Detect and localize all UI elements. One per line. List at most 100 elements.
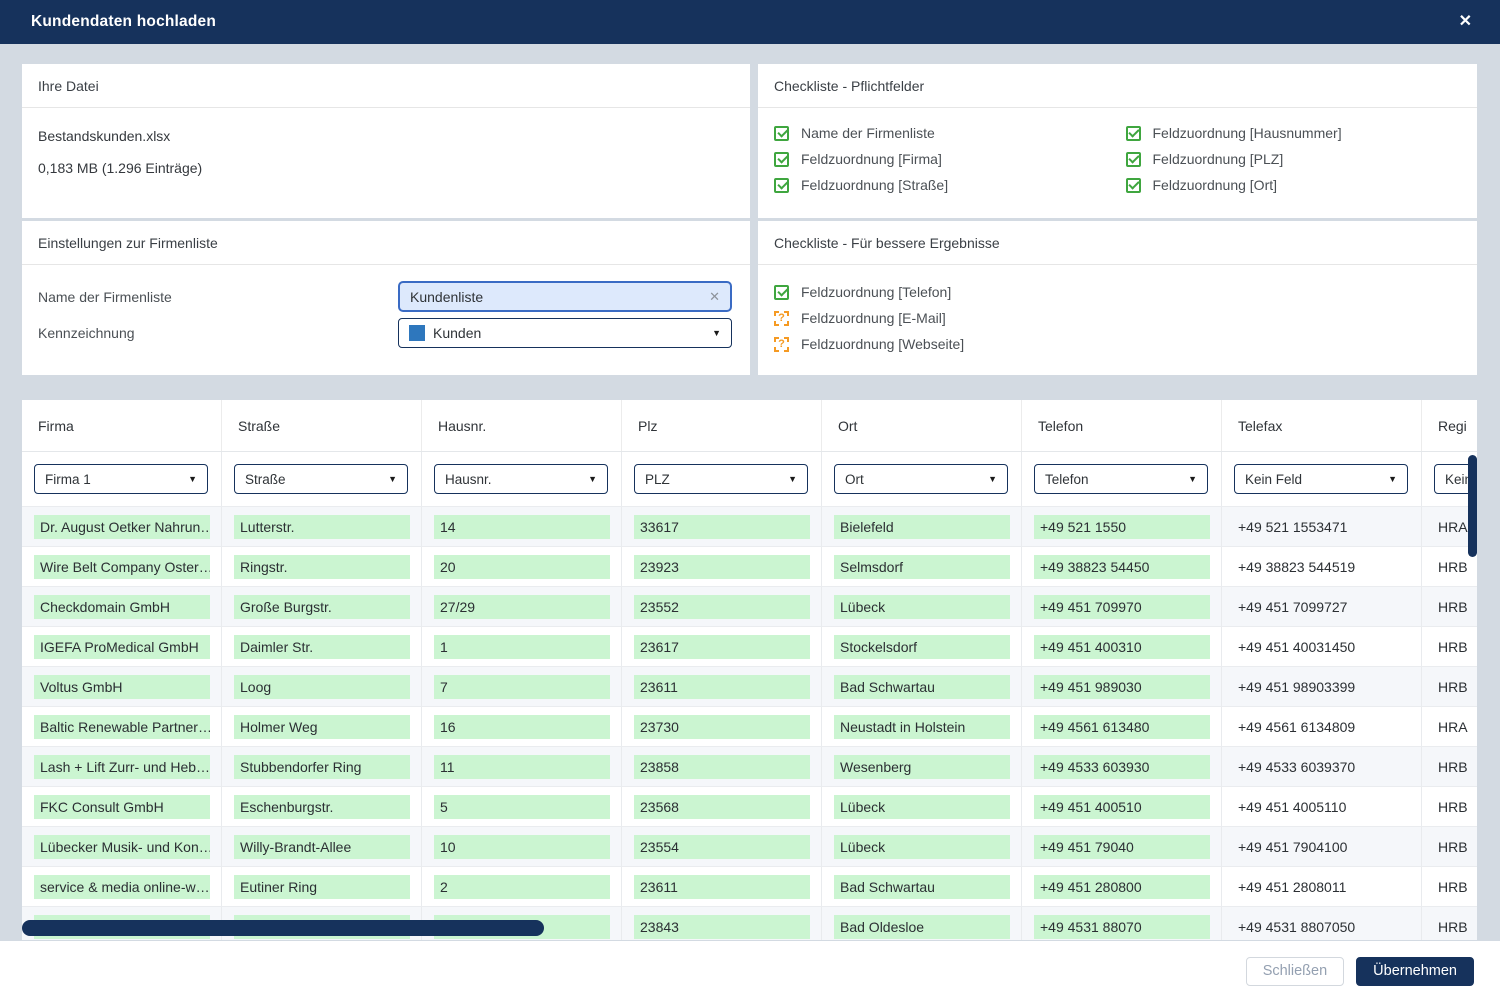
table-cell: 2: [422, 867, 622, 906]
mapped-cell-value: Wesenberg: [834, 755, 1010, 779]
table-header-row: Firma Straße Hausnr. Plz Ort Telefon Tel…: [22, 400, 1477, 452]
unmapped-cell-value: +49 451 4005110: [1234, 799, 1346, 815]
checklist-status-icon: [774, 337, 789, 352]
table-cell: HRB: [1422, 587, 1477, 626]
mapping-value: Firma 1: [45, 472, 91, 487]
table-cell: Baltic Renewable Partner…: [22, 707, 222, 746]
table-cell: HRB: [1422, 627, 1477, 666]
table-cell: 7: [422, 667, 622, 706]
column-mapping-select[interactable]: Telefon ▼: [1034, 464, 1208, 494]
close-icon[interactable]: ✕: [1459, 14, 1472, 30]
table-cell: +49 451 709970: [1022, 587, 1222, 626]
table-cell: Daimler Str.: [222, 627, 422, 666]
table-row: Dr. August Oetker Nahrun… Lutterstr. 14 …: [22, 506, 1477, 546]
file-panel-title: Ihre Datei: [22, 64, 750, 108]
checklist-item-label: Feldzuordnung [Ort]: [1153, 177, 1278, 193]
table-cell: Willy-Brandt-Allee: [222, 827, 422, 866]
table-cell: HRB: [1422, 907, 1477, 940]
table-cell: Lübeck: [822, 827, 1022, 866]
column-mapping-select[interactable]: Hausnr. ▼: [434, 464, 608, 494]
table-cell: 23730: [622, 707, 822, 746]
chevron-down-icon: ▼: [712, 328, 721, 338]
chevron-down-icon: ▼: [788, 474, 797, 484]
table-cell: Selmsdorf: [822, 547, 1022, 586]
table-cell: 11: [422, 747, 622, 786]
mapped-cell-value: Ringstr.: [234, 555, 410, 579]
table-cell: 23568: [622, 787, 822, 826]
mapped-cell-value: +49 451 280800: [1034, 875, 1210, 899]
table-cell: Stockelsdorf: [822, 627, 1022, 666]
mapped-cell-value: 23552: [634, 595, 810, 619]
column-mapping-cell: Straße ▼: [222, 452, 422, 506]
close-button[interactable]: Schließen: [1246, 957, 1344, 986]
checklist-status-icon: [774, 311, 789, 326]
mapping-value: PLZ: [645, 472, 670, 487]
table-cell: 23843: [622, 907, 822, 940]
mapped-cell-value: Lash + Lift Zurr- und Heb…: [34, 755, 210, 779]
dialog-header: Kundendaten hochladen ✕: [0, 0, 1500, 44]
table-cell: 20: [422, 547, 622, 586]
mapping-value: Ort: [845, 472, 864, 487]
column-header: Plz: [622, 400, 822, 451]
column-mapping-select[interactable]: PLZ ▼: [634, 464, 808, 494]
apply-button[interactable]: Übernehmen: [1356, 957, 1474, 986]
column-header: Hausnr.: [422, 400, 622, 451]
clear-icon[interactable]: ✕: [709, 289, 720, 305]
checklist-status-icon: [1126, 178, 1141, 193]
dialog-title: Kundendaten hochladen: [31, 13, 1459, 31]
table-cell: +49 451 7099727: [1222, 587, 1422, 626]
table-cell: Lübeck: [822, 587, 1022, 626]
dialog-footer: Schließen Übernehmen: [0, 941, 1500, 1001]
optional-checklist-title: Checkliste - Für bessere Ergebnisse: [758, 221, 1477, 265]
column-mapping-select[interactable]: Kein Feld ▼: [1234, 464, 1408, 494]
mapped-cell-value: +49 451 400310: [1034, 635, 1210, 659]
table-row: Wire Belt Company Oster… Ringstr. 20 239…: [22, 546, 1477, 586]
mapped-cell-value: Lübeck: [834, 835, 1010, 859]
mapped-cell-value: 10: [434, 835, 610, 859]
unmapped-cell-value: HRB: [1434, 639, 1468, 655]
file-size: 0,183 MB (1.296 Einträge): [38, 160, 734, 176]
table-cell: 14: [422, 507, 622, 546]
table-cell: +49 451 280800: [1022, 867, 1222, 906]
column-mapping-select[interactable]: Ort ▼: [834, 464, 1008, 494]
column-header: Firma: [22, 400, 222, 451]
table-cell: HRB: [1422, 867, 1477, 906]
column-header: Regi: [1422, 400, 1477, 451]
column-mapping-select[interactable]: Straße ▼: [234, 464, 408, 494]
tag-select[interactable]: Kunden ▼: [398, 318, 732, 348]
mapped-cell-value: +49 4533 603930: [1034, 755, 1210, 779]
h-scrollbar[interactable]: [22, 920, 544, 936]
mapped-cell-value: Voltus GmbH: [34, 675, 210, 699]
mapped-cell-value: Checkdomain GmbH: [34, 595, 210, 619]
table-row: Voltus GmbH Loog 7 23611 Bad Schwartau +…: [22, 666, 1477, 706]
mapped-cell-value: +49 451 400510: [1034, 795, 1210, 819]
mapped-cell-value: +49 451 989030: [1034, 675, 1210, 699]
unmapped-cell-value: +49 4531 8807050: [1234, 919, 1355, 935]
table-cell: 16: [422, 707, 622, 746]
table-cell: +49 4561 6134809: [1222, 707, 1422, 746]
upload-dialog: Kundendaten hochladen ✕ Ihre Datei Besta…: [0, 0, 1500, 1001]
unmapped-cell-value: +49 451 7904100: [1234, 839, 1347, 855]
column-mapping-cell: Kein Feld ▼: [1222, 452, 1422, 506]
table-cell: FKC Consult GmbH: [22, 787, 222, 826]
table-row: Baltic Renewable Partner… Holmer Weg 16 …: [22, 706, 1477, 746]
unmapped-cell-value: HRA: [1434, 719, 1468, 735]
unmapped-cell-value: +49 38823 544519: [1234, 559, 1355, 575]
column-mapping-select[interactable]: Firma 1 ▼: [34, 464, 208, 494]
table-cell: 10: [422, 827, 622, 866]
checklist-item: Feldzuordnung [Straße]: [774, 177, 1126, 193]
checklist-item: Feldzuordnung [Firma]: [774, 151, 1126, 167]
checklist-item-label: Feldzuordnung [Telefon]: [801, 284, 951, 300]
required-checklist: Name der Firmenliste Feldzuordnung [Firm…: [758, 108, 1477, 198]
unmapped-cell-value: +49 451 2808011: [1234, 879, 1346, 895]
v-scrollbar[interactable]: [1468, 455, 1477, 557]
table-cell: service & media online-w…: [22, 867, 222, 906]
table-cell: +49 451 98903399: [1222, 667, 1422, 706]
table-cell: Holmer Weg: [222, 707, 422, 746]
list-name-input[interactable]: Kundenliste ✕: [398, 281, 732, 312]
unmapped-cell-value: HRB: [1434, 759, 1468, 775]
mapped-cell-value: 23730: [634, 715, 810, 739]
table-cell: 23611: [622, 867, 822, 906]
table-cell: 23611: [622, 667, 822, 706]
table-cell: Neustadt in Holstein: [822, 707, 1022, 746]
